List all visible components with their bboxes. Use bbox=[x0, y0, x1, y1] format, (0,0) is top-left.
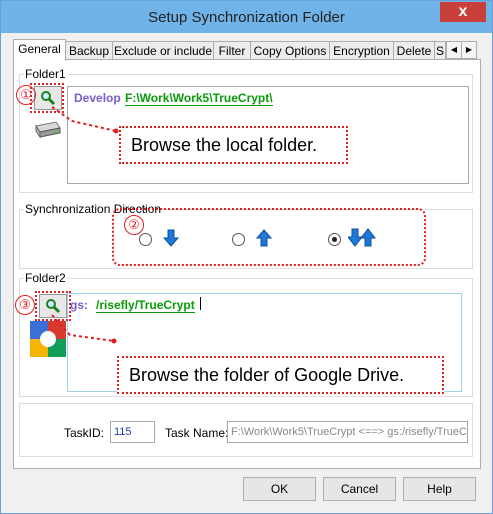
marker-1: ① bbox=[16, 85, 36, 105]
tab-filter[interactable]: Filter bbox=[213, 41, 251, 60]
tab-scroll-right-icon[interactable]: ▶ bbox=[461, 41, 477, 59]
text-cursor bbox=[200, 297, 201, 310]
task-group: TaskID: 115 Task Name: F:\Work\Work5\Tru… bbox=[19, 403, 473, 457]
direction-radio-up[interactable] bbox=[232, 233, 245, 246]
folder1-prefix: Develop bbox=[74, 91, 121, 105]
tab-exclude-or-include[interactable]: Exclude or include bbox=[112, 41, 214, 60]
arrow-both-icon bbox=[348, 228, 376, 247]
direction-radio-down[interactable] bbox=[139, 233, 152, 246]
window-title: Setup Synchronization Folder bbox=[148, 9, 345, 26]
tab-encryption[interactable]: Encryption bbox=[329, 41, 394, 60]
folder2-callout-connector bbox=[51, 314, 117, 344]
direction-radio-both[interactable] bbox=[328, 233, 341, 246]
task-id-label: TaskID: bbox=[64, 426, 105, 440]
cancel-button[interactable]: Cancel bbox=[323, 477, 396, 501]
task-name-label: Task Name: bbox=[165, 426, 229, 440]
dialog-window: Setup Synchronization Folder x General B… bbox=[0, 0, 493, 514]
tab-s[interactable]: S bbox=[434, 41, 446, 60]
task-name-field[interactable]: F:\Work\Work5\TrueCrypt <==> gs:/risefly… bbox=[227, 421, 468, 443]
folder1-callout: Browse the local folder. bbox=[119, 126, 348, 164]
tab-backup[interactable]: Backup bbox=[65, 41, 113, 60]
arrow-down-icon bbox=[163, 229, 179, 247]
folder2-prefix: gs: bbox=[70, 298, 88, 312]
close-button[interactable]: x bbox=[440, 2, 486, 22]
marker-3: ③ bbox=[15, 295, 35, 315]
direction-group: Synchronization Direction ② bbox=[19, 202, 473, 269]
tab-copy-options[interactable]: Copy Options bbox=[250, 41, 330, 60]
title-bar[interactable]: Setup Synchronization Folder x bbox=[1, 1, 492, 33]
folder2-callout: Browse the folder of Google Drive. bbox=[117, 356, 444, 394]
folder1-callout-connector bbox=[51, 106, 119, 134]
tab-general[interactable]: General bbox=[13, 39, 66, 61]
ok-button[interactable]: OK bbox=[243, 477, 316, 501]
help-button[interactable]: Help bbox=[403, 477, 476, 501]
folder1-group: Folder1 Develop F:\Work\Work5\TrueCrypt\… bbox=[16, 67, 473, 193]
folder2-group: Folder2 gs: /risefly/TrueCrypt ③ Browse … bbox=[15, 271, 473, 397]
marker-2: ② bbox=[124, 215, 144, 235]
folder1-path[interactable]: F:\Work\Work5\TrueCrypt\ bbox=[125, 91, 273, 106]
folder2-path[interactable]: /risefly/TrueCrypt bbox=[96, 298, 195, 313]
task-id-field[interactable]: 115 bbox=[110, 421, 155, 443]
folder2-label: Folder2 bbox=[24, 271, 67, 285]
tab-scroll-left-icon[interactable]: ◀ bbox=[446, 41, 462, 59]
folder1-label: Folder1 bbox=[24, 67, 67, 81]
tab-delete[interactable]: Delete bbox=[393, 41, 435, 60]
arrow-up-icon bbox=[256, 229, 272, 247]
general-panel: Folder1 Develop F:\Work\Work5\TrueCrypt\… bbox=[13, 59, 481, 469]
